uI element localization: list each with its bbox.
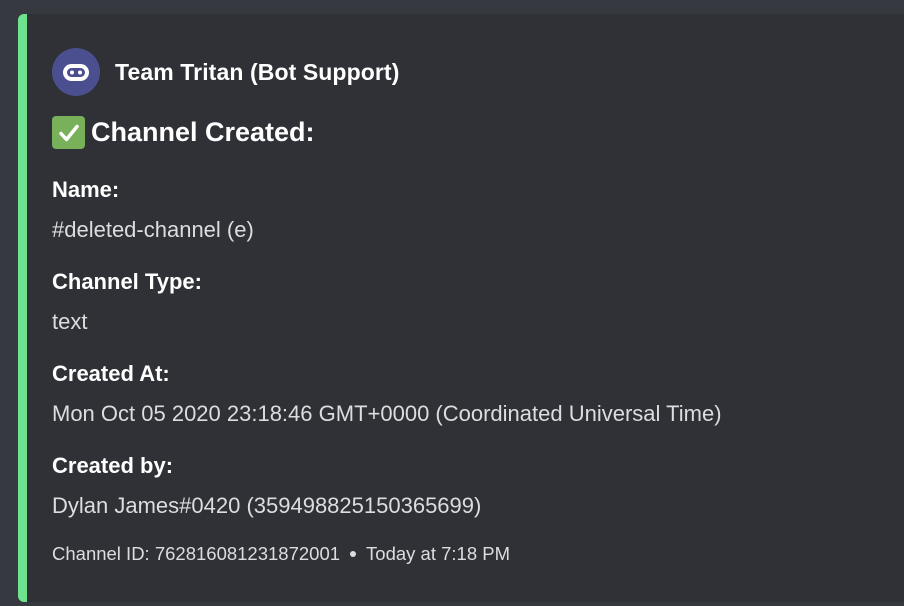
field-created-by-block: Created by: Dylan James#0420 (3594988251… <box>52 452 481 520</box>
field-label: Name: <box>52 177 120 202</box>
field-name-block: Name: #deleted-channel (e) <box>52 176 254 244</box>
field-label: Channel Type: <box>52 269 202 294</box>
footer-separator-dot <box>350 550 357 557</box>
field-channel-type-block: Channel Type: text <box>52 268 202 336</box>
embed-author: Team Tritan (Bot Support) <box>52 48 399 96</box>
field-created-at-block: Created At: Mon Oct 05 2020 23:18:46 GMT… <box>52 360 722 428</box>
embed-footer: Channel ID: 762816081231872001 Today at 7… <box>52 542 510 566</box>
field-label: Created by: <box>52 453 174 478</box>
footer-timestamp: Today at 7:18 PM <box>366 543 511 564</box>
field-value: text <box>52 309 88 334</box>
field-value: #deleted-channel (e) <box>52 217 254 242</box>
robot-bot-icon[interactable] <box>52 48 100 96</box>
field-value: Mon Oct 05 2020 23:18:46 GMT+0000 (Coord… <box>52 401 722 426</box>
embed-author-name[interactable]: Team Tritan (Bot Support) <box>115 59 399 86</box>
footer-text: Channel ID: 762816081231872001 <box>52 543 341 564</box>
field-value: Dylan James#0420 (359498825150365699) <box>52 493 482 518</box>
field-label: Created At: <box>52 361 170 386</box>
white-check-mark-icon <box>52 116 85 149</box>
embed-title-text: Channel Created: <box>91 117 315 147</box>
embed-title: Channel Created: <box>52 116 315 149</box>
embed-card: Team Tritan (Bot Support) Channel Create… <box>18 14 904 602</box>
embed-accent-bar <box>18 14 27 602</box>
